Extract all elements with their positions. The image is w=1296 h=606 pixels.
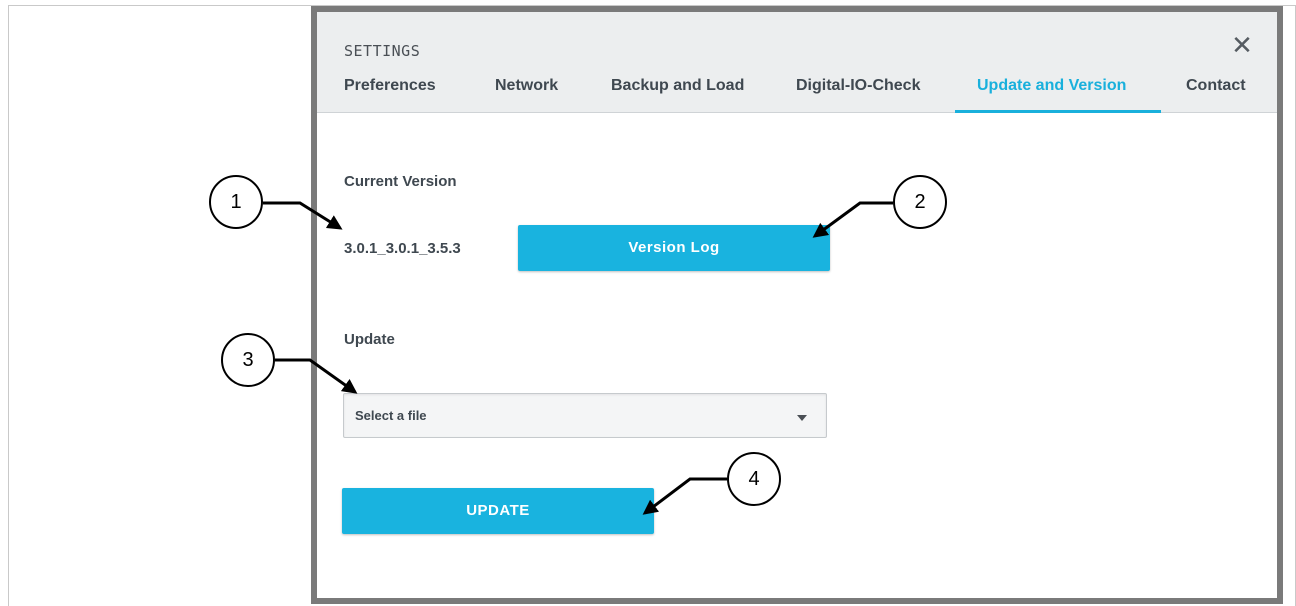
tab-backup-and-load[interactable]: Backup and Load [611,70,744,113]
dialog-header: SETTINGS ✕ Preferences Network Backup an… [317,12,1277,113]
tab-bar: Preferences Network Backup and Load Digi… [317,70,1277,113]
callout-4: 4 [727,452,781,506]
active-tab-indicator [955,110,1161,113]
update-label: Update [344,331,395,348]
callout-1: 1 [209,175,263,229]
tab-preferences[interactable]: Preferences [344,70,436,113]
current-version-value: 3.0.1_3.0.1_3.5.3 [344,240,461,257]
tab-update-and-version[interactable]: Update and Version [977,70,1126,113]
tab-digital-io-check[interactable]: Digital-IO-Check [796,70,920,113]
close-icon[interactable]: ✕ [1229,32,1255,58]
settings-dialog: SETTINGS ✕ Preferences Network Backup an… [311,6,1283,604]
version-log-button[interactable]: Version Log [518,225,830,271]
tab-network[interactable]: Network [495,70,558,113]
update-button[interactable]: UPDATE [342,488,654,534]
chevron-down-icon [797,415,807,421]
callout-3: 3 [221,333,275,387]
current-version-label: Current Version [344,173,457,190]
dialog-title: SETTINGS [344,42,421,60]
callout-2: 2 [893,175,947,229]
file-select-value: Select a file [355,408,427,423]
file-select-dropdown[interactable]: Select a file [343,393,827,438]
tab-contact[interactable]: Contact [1186,70,1246,113]
